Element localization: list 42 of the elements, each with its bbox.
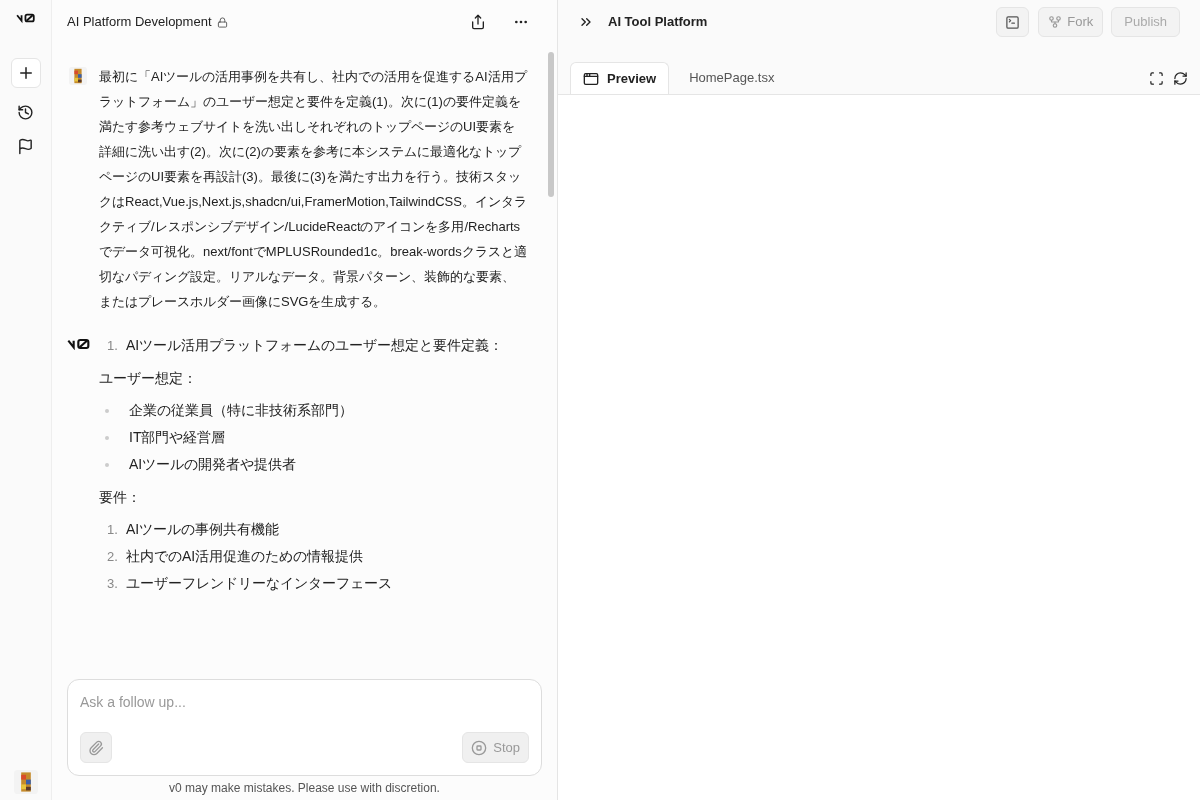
list-number: 3. — [107, 574, 119, 593]
scrollbar[interactable] — [548, 52, 554, 197]
lock-icon — [216, 16, 228, 28]
paperclip-icon — [88, 739, 104, 756]
refresh-icon[interactable] — [1172, 70, 1188, 86]
attach-button[interactable] — [80, 732, 112, 763]
paragraph: 要件： — [99, 488, 142, 507]
list-item: AIツール活用プラットフォームのユーザー想定と要件定義： — [126, 336, 504, 355]
list-item: ユーザーフレンドリーなインターフェース — [126, 574, 392, 593]
terminal-icon — [1005, 14, 1021, 30]
publish-button[interactable]: Publish — [1111, 7, 1180, 37]
project-title: AI Tool Platform — [608, 13, 708, 32]
disclaimer: v0 may make mistakes. Please use with discretion. — [169, 780, 440, 797]
fullscreen-icon[interactable] — [1148, 70, 1164, 86]
stop-icon — [471, 739, 488, 756]
logo-icon — [15, 12, 36, 24]
bullet-icon — [105, 408, 109, 413]
paragraph: ユーザー想定： — [99, 369, 198, 388]
window-icon — [583, 70, 599, 87]
chat-title: AI Platform Development — [67, 13, 212, 32]
list-item: 企業の従業員（特に非技術系部門） — [129, 401, 353, 420]
share-icon[interactable] — [469, 13, 487, 31]
list-item: AIツールの開発者や提供者 — [129, 455, 297, 474]
message-input[interactable]: Ask a follow up... — [80, 692, 529, 713]
tab[interactable]: Preview — [570, 62, 670, 94]
history-icon[interactable] — [15, 102, 36, 122]
new-chat-button[interactable] — [10, 58, 41, 88]
list-item: IT部門や経営層 — [129, 428, 226, 447]
logo-icon — [67, 338, 91, 350]
bullet-icon — [105, 435, 109, 440]
fork-icon — [1048, 15, 1063, 29]
list-number: 2. — [107, 547, 119, 566]
tab[interactable]: HomePage.tsx — [669, 62, 795, 94]
list-item: 社内でのAI活用促進のための情報提供 — [126, 547, 364, 566]
user-message: 最初に「AIツールの活用事例を共有し、社内での活用を促進するAI活用プラットフォーム」のユーザー想定と要件を定義(1)。次に(1)の要件定義を満たす参考ウェブサイトを洗い出しそれぞれのトップページのUI要素を詳細に洗い出す(2)。次に(2)の要素を参考に本システムに最適化なトップページのUI要素を再設計(3)。最後に(3)を満たす出力を行う。技術スタックはReact,Vue.js,Next.js,shadcn/ui,FramerMotion,TailwindCSS。インタラクティブ/レスポンシブデザイン/LucideReactのアイコンを多用/Rechartsでデータ可視化。next/fontでMPLUSRounded1c。break-wordsクラスと適切なパディング設定。リアルなデータ。背景パターン、装飾的な要素、またはプレースホルダー画像にSVGを生成する。 — [99, 68, 527, 311]
bullet-icon — [105, 462, 109, 467]
stop-button[interactable]: Stop — [462, 732, 529, 763]
list-number: 1. — [107, 336, 119, 355]
fork-button[interactable]: Fork — [1038, 7, 1104, 37]
terminal-button[interactable] — [996, 7, 1030, 37]
list-item: AIツールの事例共有機能 — [126, 520, 280, 539]
list-number: 1. — [107, 520, 119, 539]
